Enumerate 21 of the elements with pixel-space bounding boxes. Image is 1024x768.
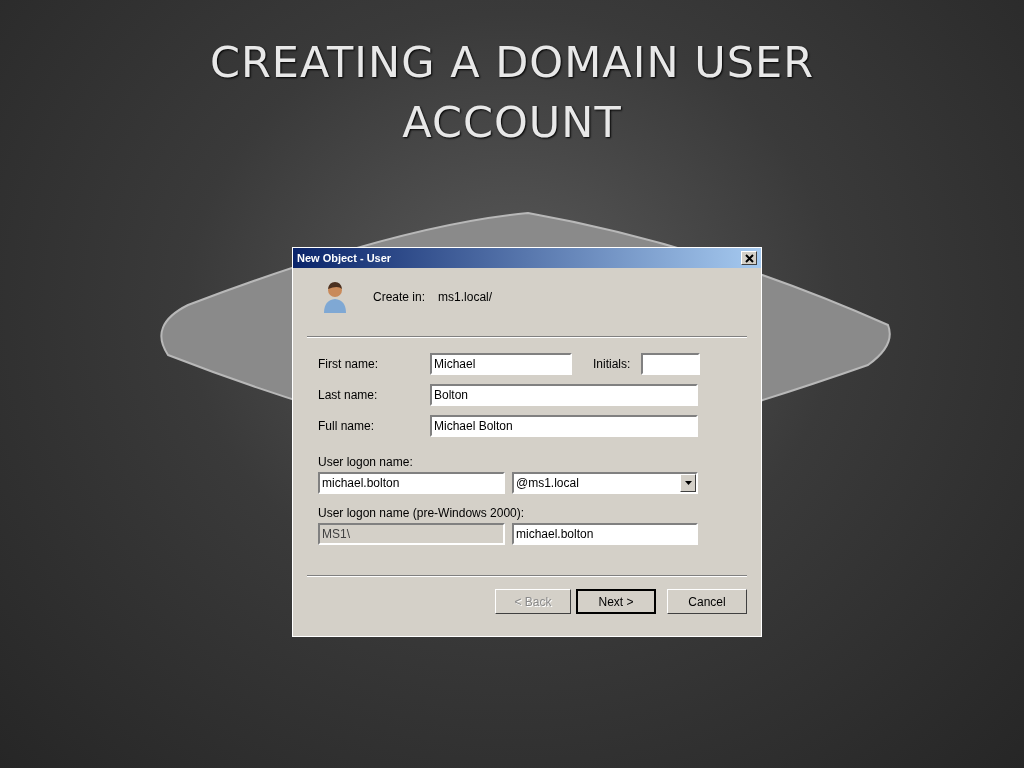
text-field[interactable]: Bolton	[430, 384, 698, 406]
field-label: Last name:	[318, 388, 379, 402]
close-button[interactable]	[741, 251, 757, 265]
domain-dropdown[interactable]: @ms1.local	[512, 472, 698, 494]
dialog-button[interactable]: Next >	[576, 589, 656, 614]
field-label: First name:	[318, 357, 379, 371]
field-label: Full name:	[318, 419, 376, 433]
text-field[interactable]: Michael Bolton	[430, 415, 698, 437]
logon-name-field[interactable]: michael.bolton	[512, 523, 698, 545]
logon-name-field[interactable]: michael.bolton	[318, 472, 505, 494]
dialog-button[interactable]: Cancel	[667, 589, 747, 614]
slide-title: CREATING A DOMAIN USER ACCOUNT	[208, 36, 816, 149]
field-label: User logon name (pre-Windows 2000):	[318, 506, 526, 520]
initials-field[interactable]	[641, 353, 701, 375]
field-label: Initials:	[593, 357, 631, 371]
create-in-path: ms1.local/	[438, 290, 493, 304]
field-label: User logon name:	[318, 455, 414, 469]
window-title: New Object - User	[297, 252, 392, 264]
text-field[interactable]: Michael	[430, 353, 572, 375]
create-in-label: Create in:	[373, 290, 426, 304]
user-icon	[322, 280, 348, 314]
